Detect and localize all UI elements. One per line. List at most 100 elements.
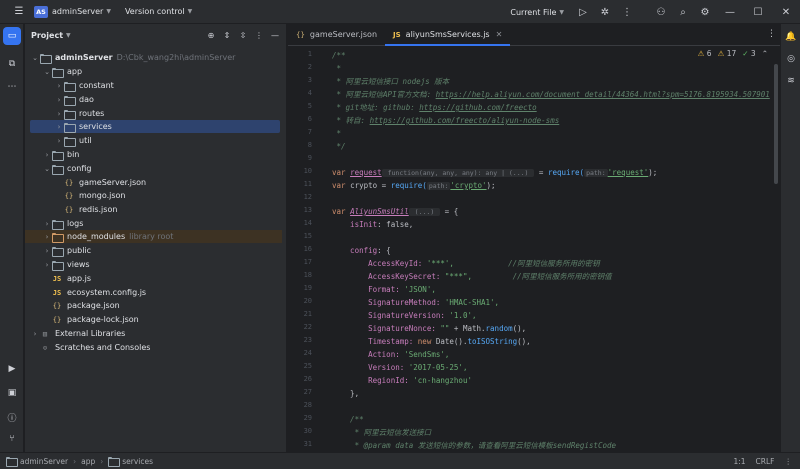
chevron-right-icon: › bbox=[45, 219, 49, 228]
editor: {} gameServer.json JS aliyunSmsServices.… bbox=[288, 24, 780, 452]
hide-icon[interactable]: — bbox=[268, 28, 282, 42]
line-number: 17 bbox=[303, 258, 312, 266]
js-file-icon: JS bbox=[393, 30, 401, 39]
more-status-icon[interactable]: ⋮ bbox=[785, 457, 793, 466]
locate-icon[interactable]: ⊕ bbox=[204, 28, 218, 42]
breadcrumb-item[interactable]: app bbox=[81, 457, 95, 466]
tree-item-bin[interactable]: › bin bbox=[30, 148, 306, 161]
code-token: var bbox=[332, 207, 351, 216]
chevron-right-icon: › bbox=[100, 456, 104, 466]
notifications-icon[interactable]: 🔔 bbox=[784, 30, 798, 44]
code-token: request bbox=[350, 168, 382, 177]
debug-icon[interactable]: ✲ bbox=[594, 0, 616, 24]
tree-item-gameserver-json[interactable]: {} gameServer.json bbox=[30, 176, 306, 189]
close-icon[interactable]: ✕ bbox=[772, 0, 800, 24]
tree-item-constant[interactable]: › constant bbox=[30, 79, 306, 92]
tab-aliyunsmsservices-js[interactable]: JS aliyunSmsServices.js ✕ bbox=[385, 24, 511, 46]
tree-item-mongo-json[interactable]: {} mongo.json bbox=[30, 189, 306, 202]
tree-item-util[interactable]: › util bbox=[30, 134, 306, 147]
collapse-all-icon[interactable]: ⇕ bbox=[220, 28, 234, 42]
code-token: config bbox=[332, 246, 378, 255]
tree-item-ecosystem-config-js[interactable]: JS ecosystem.config.js bbox=[30, 286, 306, 299]
more-icon[interactable]: ⋮ bbox=[252, 28, 266, 42]
services-tool-icon[interactable]: ▶ bbox=[3, 360, 21, 378]
tab-gameserver-json[interactable]: {} gameServer.json bbox=[288, 24, 385, 45]
tree-item-label: redis.json bbox=[79, 205, 118, 214]
run-config-selector[interactable]: Current File ▼ bbox=[510, 8, 564, 17]
line-number: 28 bbox=[303, 401, 312, 409]
tab-actions-icon[interactable]: ⋮ bbox=[767, 29, 776, 39]
tree-item-routes[interactable]: › routes bbox=[30, 107, 306, 120]
tree-item-config[interactable]: ⌄ config bbox=[30, 162, 306, 175]
line-number: 8 bbox=[307, 141, 312, 149]
code-token: require( bbox=[390, 181, 427, 190]
run-icon[interactable]: ▷ bbox=[572, 0, 594, 24]
expand-all-icon[interactable]: ⇳ bbox=[236, 28, 250, 42]
minimize-icon[interactable]: — bbox=[716, 0, 744, 24]
line-ending[interactable]: CRLF bbox=[756, 457, 775, 466]
search-icon[interactable]: ⌕ bbox=[672, 0, 694, 24]
line-number: 4 bbox=[307, 89, 312, 97]
code-token: 'HMAC-SHA1', bbox=[444, 298, 500, 307]
tab-label: aliyunSmsServices.js bbox=[405, 30, 490, 39]
tree-item-dao[interactable]: › dao bbox=[30, 93, 306, 106]
tree-item-adminserver[interactable]: ⌄ adminServer D:\Cbk_wang2hi\adminServer bbox=[30, 51, 306, 64]
close-tab-icon[interactable]: ✕ bbox=[496, 30, 503, 39]
tree-item-logs[interactable]: › logs bbox=[30, 217, 306, 230]
tree-item-public[interactable]: › public bbox=[30, 244, 306, 257]
editor-scrollbar[interactable] bbox=[774, 64, 778, 184]
code-area[interactable]: /** * * 阿里云短信接口 nodejs 版本 * 阿里云短信API官方文档… bbox=[332, 47, 772, 452]
structure-tool-icon[interactable]: ⧉ bbox=[3, 55, 21, 73]
line-number: 26 bbox=[303, 375, 312, 383]
code-token: AccessKeyId: bbox=[332, 259, 427, 268]
project-tool-icon[interactable]: ▭ bbox=[3, 27, 21, 45]
tree-item-label: app bbox=[67, 67, 83, 76]
tree-item-scratches[interactable]: ⊙ Scratches and Consoles bbox=[30, 341, 306, 354]
vcs-widget[interactable]: Version control ▼ bbox=[125, 7, 192, 16]
code-token: random bbox=[485, 324, 513, 333]
tree-item-app[interactable]: ⌄ app bbox=[30, 65, 306, 78]
tree-item-label: util bbox=[79, 136, 92, 145]
code-link[interactable]: https://help.aliyun.com/document_detail/… bbox=[436, 90, 770, 99]
tree-item-label: package-lock.json bbox=[67, 315, 139, 324]
ai-assistant-icon[interactable]: ◎ bbox=[784, 52, 798, 66]
tree-item-package-json[interactable]: {} package.json bbox=[30, 299, 306, 312]
caret-position[interactable]: 1:1 bbox=[733, 457, 745, 466]
project-switcher[interactable]: adminServer ▼ bbox=[52, 7, 111, 16]
tree-item-node-modules[interactable]: › node_modules library root bbox=[25, 230, 282, 243]
line-number: 29 bbox=[303, 414, 312, 422]
chevron-down-icon: ▼ bbox=[559, 8, 564, 16]
line-number: 20 bbox=[303, 297, 312, 305]
main-menu-icon[interactable]: ☰ bbox=[8, 1, 30, 23]
code-link[interactable]: https://github.com/freecto bbox=[419, 103, 536, 112]
tree-item-services[interactable]: › services bbox=[30, 120, 280, 133]
code-token: * git地址: github: bbox=[332, 103, 420, 112]
code-line: * bbox=[332, 64, 342, 73]
problems-tool-icon[interactable]: ⓘ bbox=[3, 408, 21, 426]
settings-icon[interactable]: ⚙ bbox=[694, 0, 716, 24]
breadcrumb-item[interactable]: adminServer bbox=[20, 457, 68, 466]
tree-item-app-js[interactable]: JS app.js bbox=[30, 272, 306, 285]
project-panel: Project ▼ ⊕ ⇕ ⇳ ⋮ — ⌄ adminServer D:\Cbk_w… bbox=[25, 24, 287, 452]
tree-item-package-lock-json[interactable]: {} package-lock.json bbox=[30, 313, 306, 326]
code-line: SignatureNonce: "" + Math.random(), bbox=[332, 323, 526, 335]
tree-item-external-libraries[interactable]: › ▥ External Libraries bbox=[30, 327, 306, 340]
breadcrumb-item[interactable]: services bbox=[122, 457, 153, 466]
code-link[interactable]: https://github.com/freecto/aliyun-node-s… bbox=[370, 116, 560, 125]
code-token: SignatureMethod: bbox=[332, 298, 445, 307]
code-token: toISOString bbox=[467, 337, 518, 346]
terminal-tool-icon[interactable]: ▣ bbox=[3, 384, 21, 402]
tree-item-views[interactable]: › views bbox=[30, 258, 306, 271]
more-icon[interactable]: ⋮ bbox=[616, 0, 638, 24]
project-badge[interactable]: AS bbox=[34, 5, 48, 18]
more-tools-icon[interactable]: ⋯ bbox=[3, 78, 21, 96]
add-user-icon[interactable]: ⚇ bbox=[650, 0, 672, 24]
database-icon[interactable]: ≋ bbox=[784, 74, 798, 88]
maximize-icon[interactable]: ☐ bbox=[744, 0, 772, 24]
tree-item-redis-json[interactable]: {} redis.json bbox=[30, 203, 306, 216]
vcs-label: Version control bbox=[124, 7, 185, 16]
folder-icon bbox=[52, 246, 64, 257]
chevron-down-icon: ▼ bbox=[106, 8, 111, 15]
vcs-tool-icon[interactable]: ⑂ bbox=[3, 430, 21, 448]
code-token: Action: bbox=[332, 350, 405, 359]
